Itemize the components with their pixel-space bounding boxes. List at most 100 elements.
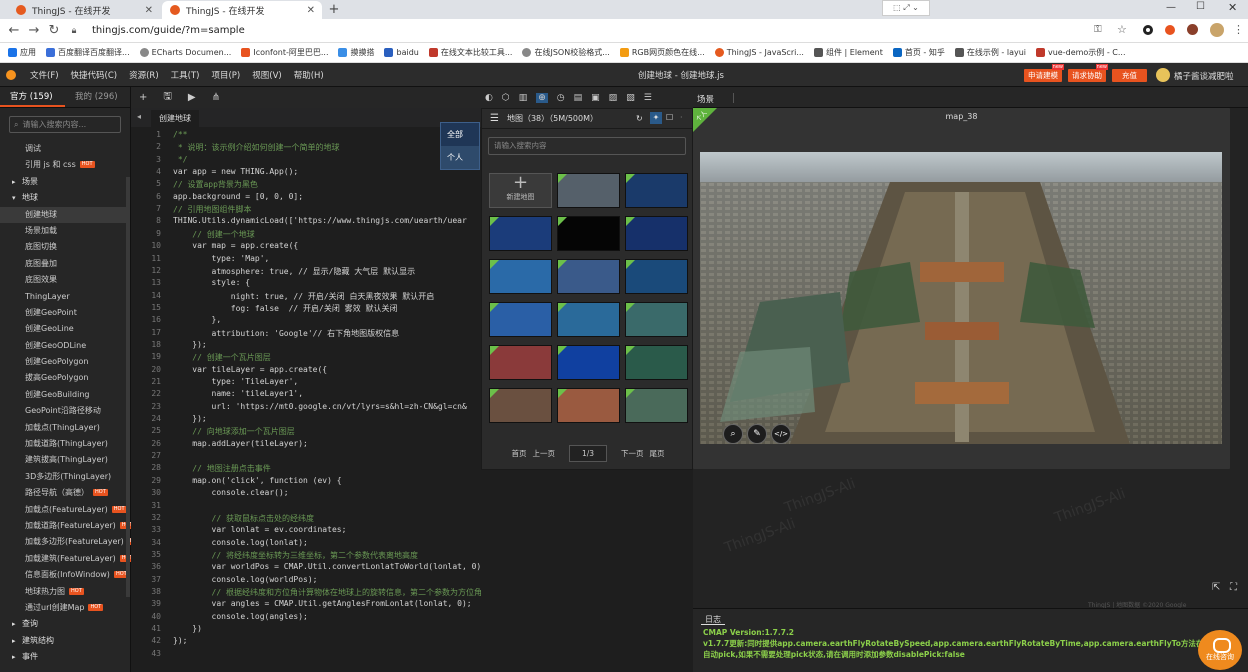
sidebar-category[interactable]: ▸ 建筑结构 xyxy=(0,633,130,649)
sidebar-item[interactable]: 创建地球 xyxy=(0,206,130,223)
bookmark-item[interactable]: 百度翻译百度翻译... xyxy=(46,47,130,58)
star-icon[interactable]: ☆ xyxy=(1117,23,1127,36)
bookmark-item[interactable]: ThingJS - JavaScri... xyxy=(714,48,804,57)
dropdown-option-all[interactable]: 全部 xyxy=(441,123,479,146)
maximize-panel-icon[interactable]: ☐ xyxy=(666,113,673,122)
panel-icon[interactable]: ▤ xyxy=(574,93,583,103)
bookmark-item[interactable]: Iconfont-阿里巴巴... xyxy=(241,47,328,58)
sidebar-item[interactable]: 加载道路(ThingLayer) xyxy=(0,436,130,452)
bookmark-item[interactable]: 在线示例 - layui xyxy=(954,47,1026,58)
editor-tab[interactable]: 创建地球 xyxy=(151,110,199,127)
more-menu-icon[interactable]: ⋮ xyxy=(1233,23,1244,36)
reload-icon[interactable]: ↻ xyxy=(44,23,64,38)
sidebar-category[interactable]: ▸ 场景 xyxy=(0,174,130,190)
save-icon[interactable]: 🖫︎ xyxy=(163,89,172,106)
fullscreen-icon[interactable]: ⛶ xyxy=(1230,582,1244,596)
recharge-button[interactable]: 充值 xyxy=(1112,69,1147,82)
sidebar-item[interactable]: 调试 xyxy=(0,141,130,157)
menu-file[interactable]: 文件(F) xyxy=(24,69,65,81)
run-icon[interactable]: ▶ xyxy=(188,92,196,103)
menu-tools[interactable]: 工具(T) xyxy=(165,69,206,81)
code-editor[interactable]: 1 /** 2 * 说明：该示例介绍如何创建一个简单的地球 3 */ 4 var app … xyxy=(131,127,481,672)
dropdown-option-personal[interactable]: 个人 xyxy=(441,146,479,169)
key-icon[interactable]: ⚿ xyxy=(1094,24,1102,35)
sidebar-scrollbar[interactable] xyxy=(126,177,130,597)
effect-icon[interactable]: ◷ xyxy=(557,93,565,103)
bookmark-item[interactable]: vue-demo示例 - C... xyxy=(1036,47,1126,58)
bookmark-item[interactable]: 摸摸搭 xyxy=(338,47,374,58)
bookmark-item[interactable]: 在线JSON校验格式... xyxy=(522,47,610,58)
sidebar-item[interactable]: 加载点(FeatureLayer) HOT xyxy=(0,502,130,518)
sidebar-item[interactable]: 场景加载 xyxy=(0,223,130,239)
map-search-input[interactable]: 请输入搜索内容 xyxy=(488,137,686,155)
sidebar-category[interactable]: ▾ 地球 xyxy=(0,190,130,206)
page-input[interactable]: 1/3 xyxy=(569,445,607,462)
extension-icon[interactable] xyxy=(1143,25,1153,35)
bookmark-item[interactable]: 组件 | Element xyxy=(813,47,883,58)
new-map-button[interactable]: + 新建地图 xyxy=(489,173,552,208)
sidebar-item[interactable]: 底图切换 xyxy=(0,239,130,255)
extension-icon[interactable] xyxy=(1165,25,1175,35)
sidebar-item[interactable]: 加载点(ThingLayer) xyxy=(0,420,130,436)
next-page-link[interactable]: 下一页 xyxy=(621,448,644,459)
map-thumbnail[interactable] xyxy=(625,173,688,208)
sidebar-item[interactable]: 引用 js 和 css HOT xyxy=(0,157,130,173)
map-thumbnail[interactable] xyxy=(625,216,688,251)
last-page-link[interactable]: 尾页 xyxy=(650,448,665,459)
prev-page-link[interactable]: 上一页 xyxy=(533,448,556,459)
image-icon[interactable]: ▣ xyxy=(591,93,600,103)
map-thumbnail[interactable] xyxy=(625,345,688,380)
sidebar-category[interactable]: ▸ 事件 xyxy=(0,649,130,665)
menu-snippets[interactable]: 快捷代码(C) xyxy=(65,69,124,81)
scene-viewport[interactable]: ThingJS-Ali ThingJS-Ali ThingJS-Ali 个人 m… xyxy=(693,108,1248,609)
map-thumbnail[interactable] xyxy=(557,216,620,251)
map-thumbnail[interactable] xyxy=(489,302,552,337)
bookmark-item[interactable]: 应用 xyxy=(8,47,36,58)
map-thumbnail[interactable] xyxy=(557,259,620,294)
sidebar-item[interactable]: 创建GeoODLine xyxy=(0,338,130,354)
first-page-link[interactable]: 首页 xyxy=(512,448,527,459)
sidebar-item[interactable]: 信息面板(InfoWindow) HOT xyxy=(0,567,130,583)
menu-resources[interactable]: 资源(R) xyxy=(123,69,165,81)
map-thumbnail[interactable] xyxy=(489,259,552,294)
sidebar-item[interactable]: GeoPoint沿路径移动 xyxy=(0,403,130,419)
sidebar-item[interactable]: 3D多边形(ThingLayer) xyxy=(0,469,130,485)
close-tab-icon[interactable]: ✕ xyxy=(145,5,153,16)
theme-icon[interactable]: ◐ xyxy=(485,93,493,103)
sidebar-item[interactable]: 路径导航（高德） HOT xyxy=(0,485,130,501)
online-consult-button[interactable]: 在线咨询 xyxy=(1198,630,1242,670)
close-tab-icon[interactable]: ✕ xyxy=(307,5,315,16)
avatar[interactable] xyxy=(1210,23,1224,37)
map-thumbnail[interactable] xyxy=(557,302,620,337)
zoom-icon[interactable]: ⌕ xyxy=(723,424,743,444)
refresh-icon[interactable]: ↻ xyxy=(636,114,643,123)
username[interactable]: 橘子酱谈减肥啦 xyxy=(1174,70,1234,82)
map-thumbnail[interactable] xyxy=(625,302,688,337)
back-icon[interactable]: ← xyxy=(4,23,24,38)
bookmark-item[interactable]: 首页 - 知乎 xyxy=(892,47,945,58)
map-thumbnail[interactable] xyxy=(557,173,620,208)
menu-project[interactable]: 项目(P) xyxy=(205,69,246,81)
sidebar-item[interactable]: 加载建筑(FeatureLayer)HOT xyxy=(0,551,135,567)
sidebar-item[interactable]: 创建GeoPolygon xyxy=(0,354,130,370)
book-icon[interactable]: ▧ xyxy=(626,93,635,103)
bookmark-item[interactable]: RGB网页颜色在线... xyxy=(619,47,705,58)
tab-mine[interactable]: 我的 (296) xyxy=(65,87,130,107)
sidebar-category[interactable]: ▸ 查询 xyxy=(0,616,130,632)
sidebar-item[interactable]: 拔高GeoPolygon xyxy=(0,370,130,386)
bookmark-item[interactable]: ECharts Documen... xyxy=(139,48,231,57)
map-thumbnail[interactable] xyxy=(489,216,552,251)
close-window-icon[interactable]: ✕ xyxy=(1228,1,1237,14)
sidebar-search-input[interactable]: ⌕ 请输入搜索内容... xyxy=(9,116,121,133)
list-icon[interactable]: ☰ xyxy=(490,113,499,124)
request-modeling-button[interactable]: 申请建模 new xyxy=(1024,64,1064,82)
picture-icon[interactable]: ▨ xyxy=(609,93,618,103)
browser-tab-active[interactable]: ThingJS - 在线开发 ✕ xyxy=(162,1,322,19)
map-thumbnail[interactable] xyxy=(625,259,688,294)
sidebar-item[interactable]: 建筑拔高(ThingLayer) xyxy=(0,452,130,468)
map-thumbnail[interactable] xyxy=(625,388,688,423)
map-thumbnail[interactable] xyxy=(557,345,620,380)
browser-tab[interactable]: ThingJS - 在线开发 ✕ xyxy=(8,1,160,19)
screenshot-tool-icon[interactable]: ⬚ ⤢ ⌄ xyxy=(882,0,930,16)
collapse-icon[interactable]: ◂ xyxy=(137,112,141,121)
